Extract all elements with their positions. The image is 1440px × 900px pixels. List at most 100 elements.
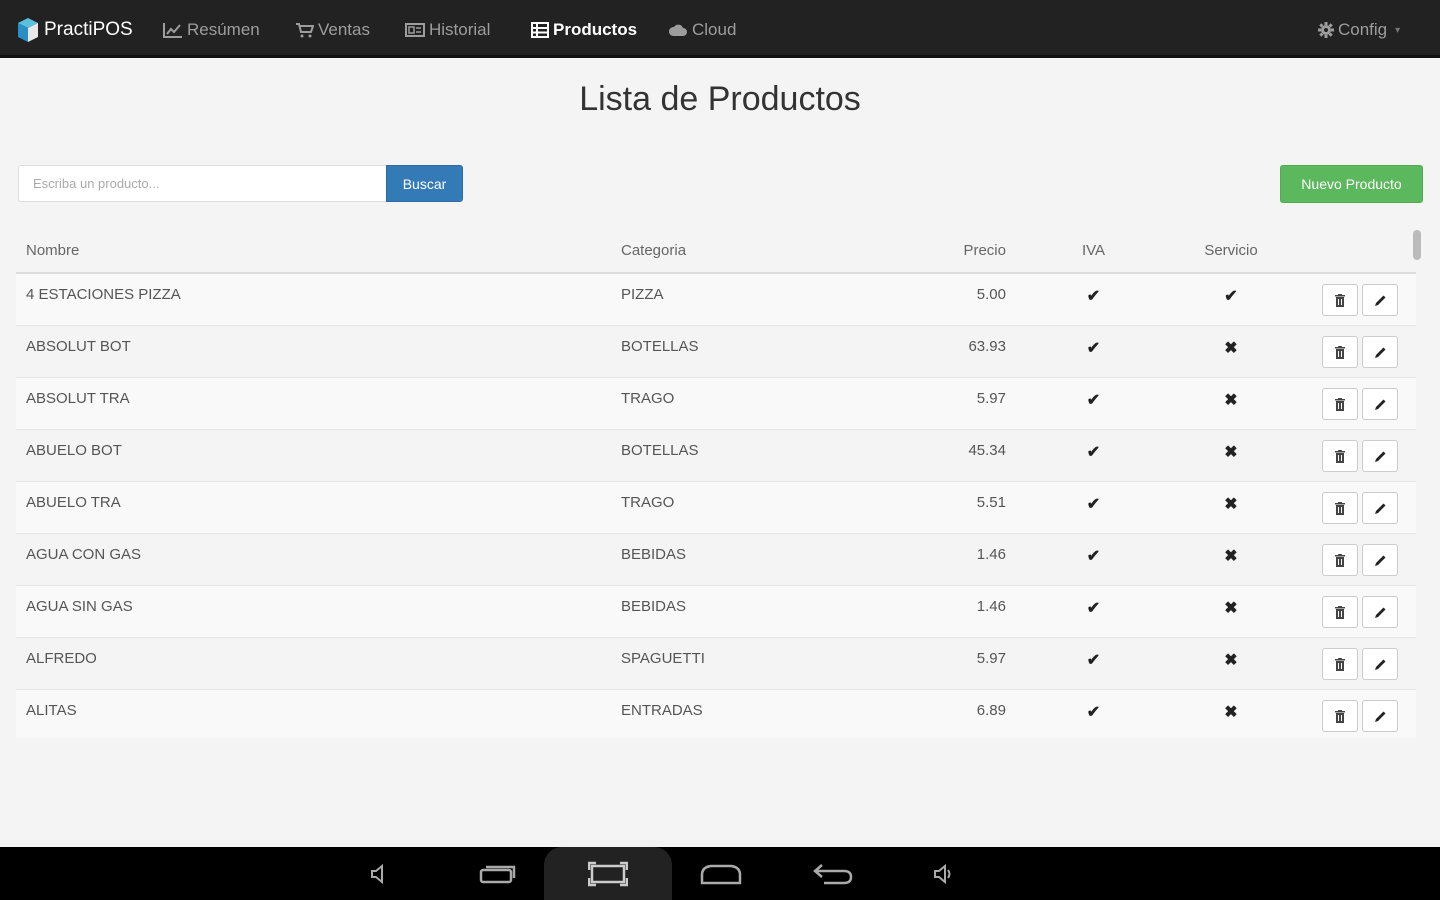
cell-actions: [1301, 324, 1416, 377]
nav-item-productos[interactable]: Productos: [531, 18, 637, 42]
navbar: PractiPOS Resúmen Ventas Historial Produ…: [0, 0, 1440, 58]
search-input[interactable]: [18, 165, 386, 202]
products-table: Nombre Categoria Precio IVA Servicio 4 E…: [16, 228, 1416, 738]
header-category[interactable]: Categoria: [611, 228, 876, 274]
new-product-button[interactable]: Nuevo Producto: [1280, 165, 1423, 203]
table-row[interactable]: ABSOLUT TRA TRAGO 5.97 ✔ ✖: [16, 376, 1416, 429]
caret-down-icon: ▾: [1395, 24, 1401, 36]
cross-icon: ✖: [1224, 703, 1238, 721]
page-title: Lista de Productos: [579, 80, 861, 118]
pencil-icon: [1375, 347, 1386, 358]
cell-price: 5.97: [876, 376, 1016, 429]
pencil-icon: [1375, 607, 1386, 618]
cell-category: BOTELLAS: [611, 324, 876, 377]
cell-price: 63.93: [876, 324, 1016, 377]
delete-button[interactable]: [1322, 439, 1358, 472]
delete-button[interactable]: [1322, 491, 1358, 524]
edit-button[interactable]: [1362, 699, 1398, 732]
products-table-container[interactable]: Nombre Categoria Precio IVA Servicio 4 E…: [16, 228, 1424, 738]
search-button[interactable]: Buscar: [386, 165, 463, 202]
home-button[interactable]: [696, 847, 746, 900]
cell-iva: ✔: [1016, 584, 1151, 637]
header-service[interactable]: Servicio: [1151, 228, 1301, 274]
table-row[interactable]: ALITAS ENTRADAS 6.89 ✔ ✖: [16, 688, 1416, 738]
delete-button[interactable]: [1322, 699, 1358, 732]
nav-item-cloud[interactable]: Cloud: [668, 18, 736, 42]
history-icon: [405, 23, 425, 37]
edit-button[interactable]: [1362, 439, 1398, 472]
table-row[interactable]: AGUA SIN GAS BEBIDAS 1.46 ✔ ✖: [16, 584, 1416, 637]
check-icon: ✔: [1086, 547, 1101, 565]
cell-category: SPAGUETTI: [611, 636, 876, 689]
practipos-logo-icon: [18, 18, 38, 42]
nav-label: Cloud: [692, 20, 737, 39]
cross-icon: ✖: [1224, 495, 1238, 513]
cell-iva: ✔: [1016, 428, 1151, 481]
delete-button[interactable]: [1322, 543, 1358, 576]
cell-name: ABUELO TRA: [16, 480, 611, 533]
header-name[interactable]: Nombre: [16, 228, 611, 274]
brand-name: PractiPOS: [44, 19, 133, 40]
check-icon: ✔: [1086, 339, 1101, 357]
header-iva[interactable]: IVA: [1016, 228, 1151, 274]
cell-price: 5.51: [876, 480, 1016, 533]
pencil-icon: [1375, 451, 1386, 462]
cell-iva: ✔: [1016, 272, 1151, 325]
config-dropdown[interactable]: Config ▾: [1318, 18, 1400, 42]
delete-button[interactable]: [1322, 387, 1358, 420]
volume-up-button[interactable]: [924, 847, 964, 900]
table-row[interactable]: ABUELO BOT BOTELLAS 45.34 ✔ ✖: [16, 428, 1416, 481]
check-icon: ✔: [1224, 288, 1238, 305]
back-button[interactable]: [808, 847, 858, 900]
edit-button[interactable]: [1362, 335, 1398, 368]
volume-up-icon: [934, 863, 951, 884]
edit-button[interactable]: [1362, 595, 1398, 628]
table-row[interactable]: ABSOLUT BOT BOTELLAS 63.93 ✔ ✖: [16, 324, 1416, 377]
cell-category: BOTELLAS: [611, 428, 876, 481]
cell-service: ✖: [1151, 636, 1301, 689]
cell-service: ✖: [1151, 480, 1301, 533]
table-row[interactable]: AGUA CON GAS BEBIDAS 1.46 ✔ ✖: [16, 532, 1416, 585]
config-label: Config: [1338, 20, 1388, 39]
trash-icon: [1335, 657, 1345, 671]
cell-price: 45.34: [876, 428, 1016, 481]
cell-name: ABUELO BOT: [16, 428, 611, 481]
edit-button[interactable]: [1362, 543, 1398, 576]
cell-iva: ✔: [1016, 376, 1151, 429]
delete-button[interactable]: [1322, 284, 1358, 316]
home-icon: [700, 864, 742, 884]
chart-icon: [163, 23, 182, 38]
edit-button[interactable]: [1362, 284, 1398, 316]
screenshot-icon: [588, 861, 628, 886]
delete-button[interactable]: [1322, 647, 1358, 680]
volume-down-button[interactable]: [360, 847, 400, 900]
cell-iva: ✔: [1016, 688, 1151, 738]
pencil-icon: [1375, 555, 1386, 566]
cell-name: ALFREDO: [16, 636, 611, 689]
edit-button[interactable]: [1362, 491, 1398, 524]
nav-item-historial[interactable]: Historial: [405, 18, 490, 42]
cross-icon: ✖: [1224, 391, 1238, 409]
table-row[interactable]: 4 ESTACIONES PIZZA PIZZA 5.00 ✔ ✔: [16, 272, 1416, 325]
header-price[interactable]: Precio: [876, 228, 1016, 274]
edit-button[interactable]: [1362, 387, 1398, 420]
cross-icon: ✖: [1224, 443, 1238, 461]
delete-button[interactable]: [1322, 595, 1358, 628]
table-row[interactable]: ALFREDO SPAGUETTI 5.97 ✔ ✖: [16, 636, 1416, 689]
trash-icon: [1335, 294, 1345, 307]
cell-service: ✔: [1151, 272, 1301, 325]
nav-label: Ventas: [318, 20, 370, 39]
table-row[interactable]: ABUELO TRA TRAGO 5.51 ✔ ✖: [16, 480, 1416, 533]
nav-item-resumen[interactable]: Resúmen: [163, 18, 260, 42]
table-scrollbar[interactable]: [1413, 230, 1421, 260]
cell-name: ABSOLUT TRA: [16, 376, 611, 429]
delete-button[interactable]: [1322, 335, 1358, 368]
check-icon: ✔: [1086, 703, 1101, 721]
recent-apps-button[interactable]: [472, 847, 522, 900]
nav-item-ventas[interactable]: Ventas: [296, 18, 370, 42]
cell-iva: ✔: [1016, 636, 1151, 689]
edit-button[interactable]: [1362, 647, 1398, 680]
screenshot-button[interactable]: [544, 847, 672, 900]
brand[interactable]: PractiPOS: [16, 16, 133, 44]
cell-service: ✖: [1151, 324, 1301, 377]
